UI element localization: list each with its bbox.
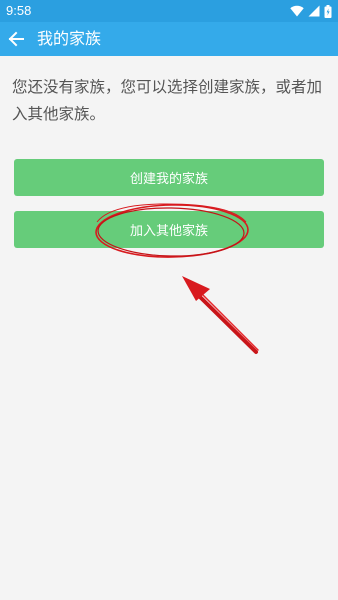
arrow-left-icon xyxy=(8,31,24,47)
status-time: 9:58 xyxy=(6,3,32,18)
app-bar: 我的家族 xyxy=(0,22,338,56)
signal-icon xyxy=(308,5,320,17)
wifi-icon xyxy=(290,5,304,17)
join-family-button[interactable]: 加入其他家族 xyxy=(14,211,324,248)
status-bar: 9:58 xyxy=(0,0,338,22)
page-title: 我的家族 xyxy=(37,29,102,48)
create-family-button-label: 创建我的家族 xyxy=(129,172,208,187)
back-button[interactable] xyxy=(4,27,28,51)
join-family-button-label: 加入其他家族 xyxy=(129,224,208,239)
status-icons xyxy=(290,4,332,18)
create-family-button[interactable]: 创建我的家族 xyxy=(14,159,324,196)
battery-icon xyxy=(324,4,332,18)
red-arrow-pointer xyxy=(182,276,259,354)
no-family-message: 您还没有家族，您可以选择创建家族，或者加入其他家族。 xyxy=(12,78,323,123)
